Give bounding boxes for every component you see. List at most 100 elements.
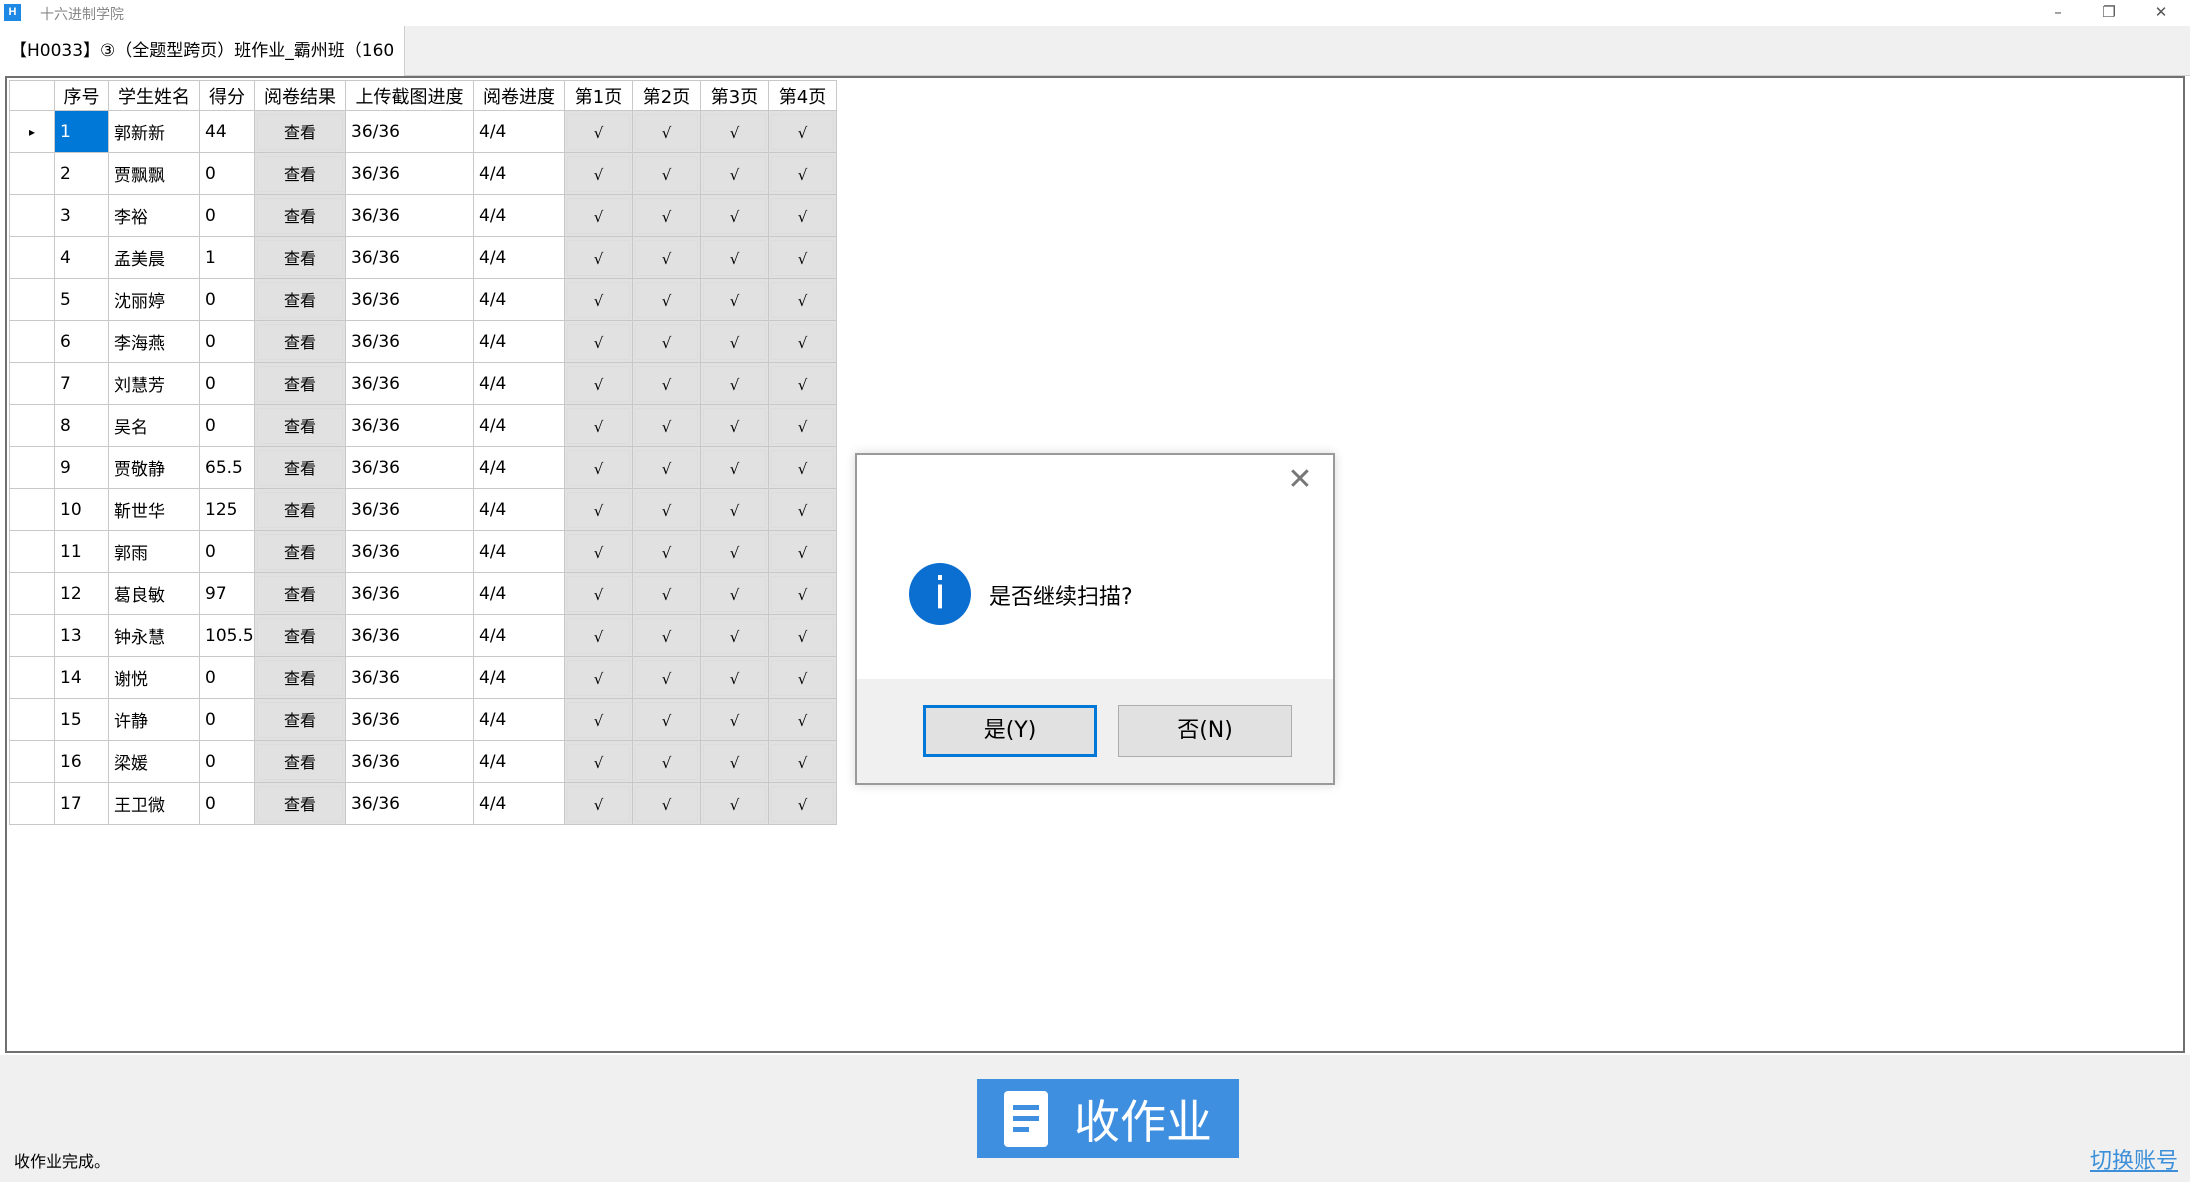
table-row[interactable]: ▸ 1 郭新新 44 查看 36/36 4/4 √ √ √ √ — [9, 110, 837, 153]
page-check-button[interactable]: √ — [567, 407, 630, 444]
cell-score[interactable]: 125 — [199, 488, 255, 531]
page-check-button[interactable]: √ — [567, 575, 630, 612]
cell-no[interactable]: 2 — [54, 152, 109, 195]
page-check-button[interactable]: √ — [771, 533, 834, 570]
cell-upload[interactable]: 36/36 — [345, 656, 474, 699]
cell-score[interactable]: 0 — [199, 278, 255, 321]
page-check-button[interactable]: √ — [771, 113, 834, 150]
cell-no[interactable]: 11 — [54, 530, 109, 573]
row-header[interactable] — [9, 698, 55, 741]
page-check-button[interactable]: √ — [703, 491, 766, 528]
page-check-button[interactable]: √ — [635, 281, 698, 318]
cell-review[interactable]: 4/4 — [473, 698, 565, 741]
page-check-button[interactable]: √ — [703, 743, 766, 780]
page-check-button[interactable]: √ — [771, 575, 834, 612]
page-check-button[interactable]: √ — [635, 575, 698, 612]
cell-review[interactable]: 4/4 — [473, 656, 565, 699]
cell-name[interactable]: 郭雨 — [108, 530, 200, 573]
row-header[interactable] — [9, 278, 55, 321]
switch-account-link[interactable]: 切换账号 — [2090, 1143, 2178, 1175]
page-check-button[interactable]: √ — [567, 323, 630, 360]
yes-button[interactable]: 是(Y) — [923, 705, 1097, 757]
column-header-review[interactable]: 阅卷进度 — [473, 80, 565, 111]
cell-name[interactable]: 贾飘飘 — [108, 152, 200, 195]
page-check-button[interactable]: √ — [635, 407, 698, 444]
table-row[interactable]: 17 王卫微 0 查看 36/36 4/4 √ √ √ √ — [9, 782, 837, 825]
table-row[interactable]: 2 贾飘飘 0 查看 36/36 4/4 √ √ √ √ — [9, 152, 837, 195]
view-result-button[interactable]: 查看 — [257, 155, 343, 192]
collect-homework-button[interactable]: 收作业 — [977, 1079, 1239, 1158]
view-result-button[interactable]: 查看 — [257, 239, 343, 276]
page-check-button[interactable]: √ — [635, 701, 698, 738]
table-row[interactable]: 5 沈丽婷 0 查看 36/36 4/4 √ √ √ √ — [9, 278, 837, 321]
cell-upload[interactable]: 36/36 — [345, 362, 474, 405]
cell-no[interactable]: 8 — [54, 404, 109, 447]
dialog-close-icon[interactable]: ✕ — [1285, 465, 1315, 495]
cell-name[interactable]: 葛良敏 — [108, 572, 200, 615]
cell-review[interactable]: 4/4 — [473, 446, 565, 489]
cell-upload[interactable]: 36/36 — [345, 446, 474, 489]
cell-name[interactable]: 贾敬静 — [108, 446, 200, 489]
page-check-button[interactable]: √ — [635, 491, 698, 528]
cell-upload[interactable]: 36/36 — [345, 572, 474, 615]
page-check-button[interactable]: √ — [771, 365, 834, 402]
cell-no[interactable]: 5 — [54, 278, 109, 321]
page-check-button[interactable]: √ — [703, 281, 766, 318]
cell-score[interactable]: 0 — [199, 404, 255, 447]
cell-no[interactable]: 15 — [54, 698, 109, 741]
column-header-no[interactable]: 序号 — [54, 80, 109, 111]
cell-no[interactable]: 14 — [54, 656, 109, 699]
cell-score[interactable]: 0 — [199, 530, 255, 573]
tab-homework[interactable]: 【H0033】③（全题型跨页）班作业_霸州班（160分） — [0, 26, 405, 111]
cell-upload[interactable]: 36/36 — [345, 278, 474, 321]
cell-no[interactable]: 12 — [54, 572, 109, 615]
column-header-page3[interactable]: 第3页 — [700, 80, 769, 111]
page-check-button[interactable]: √ — [567, 701, 630, 738]
cell-no[interactable]: 10 — [54, 488, 109, 531]
page-check-button[interactable]: √ — [703, 449, 766, 486]
page-check-button[interactable]: √ — [567, 365, 630, 402]
view-result-button[interactable]: 查看 — [257, 575, 343, 612]
cell-no[interactable]: 17 — [54, 782, 109, 825]
row-header[interactable] — [9, 404, 55, 447]
cell-no[interactable]: 13 — [54, 614, 109, 657]
cell-score[interactable]: 0 — [199, 782, 255, 825]
page-check-button[interactable]: √ — [635, 617, 698, 654]
row-header[interactable] — [9, 488, 55, 531]
page-check-button[interactable]: √ — [771, 281, 834, 318]
cell-name[interactable]: 钟永慧 — [108, 614, 200, 657]
page-check-button[interactable]: √ — [703, 407, 766, 444]
table-row[interactable]: 10 靳世华 125 查看 36/36 4/4 √ √ √ √ — [9, 488, 837, 531]
cell-upload[interactable]: 36/36 — [345, 320, 474, 363]
cell-no[interactable]: 16 — [54, 740, 109, 783]
page-check-button[interactable]: √ — [567, 659, 630, 696]
cell-upload[interactable]: 36/36 — [345, 782, 474, 825]
cell-name[interactable]: 沈丽婷 — [108, 278, 200, 321]
no-button[interactable]: 否(N) — [1118, 705, 1292, 757]
page-check-button[interactable]: √ — [635, 533, 698, 570]
cell-name[interactable]: 许静 — [108, 698, 200, 741]
cell-name[interactable]: 梁媛 — [108, 740, 200, 783]
view-result-button[interactable]: 查看 — [257, 533, 343, 570]
row-header[interactable] — [9, 236, 55, 279]
view-result-button[interactable]: 查看 — [257, 197, 343, 234]
view-result-button[interactable]: 查看 — [257, 701, 343, 738]
page-check-button[interactable]: √ — [567, 281, 630, 318]
view-result-button[interactable]: 查看 — [257, 491, 343, 528]
cell-score[interactable]: 0 — [199, 194, 255, 237]
page-check-button[interactable]: √ — [771, 617, 834, 654]
page-check-button[interactable]: √ — [703, 323, 766, 360]
row-header[interactable] — [9, 194, 55, 237]
cell-name[interactable]: 李裕 — [108, 194, 200, 237]
cell-score[interactable]: 0 — [199, 740, 255, 783]
page-check-button[interactable]: √ — [771, 785, 834, 822]
page-check-button[interactable]: √ — [567, 743, 630, 780]
cell-name[interactable]: 王卫微 — [108, 782, 200, 825]
page-check-button[interactable]: √ — [771, 239, 834, 276]
cell-score[interactable]: 44 — [199, 110, 255, 153]
row-header[interactable] — [9, 152, 55, 195]
cell-upload[interactable]: 36/36 — [345, 194, 474, 237]
cell-name[interactable]: 孟美晨 — [108, 236, 200, 279]
column-header-page4[interactable]: 第4页 — [768, 80, 837, 111]
cell-review[interactable]: 4/4 — [473, 362, 565, 405]
